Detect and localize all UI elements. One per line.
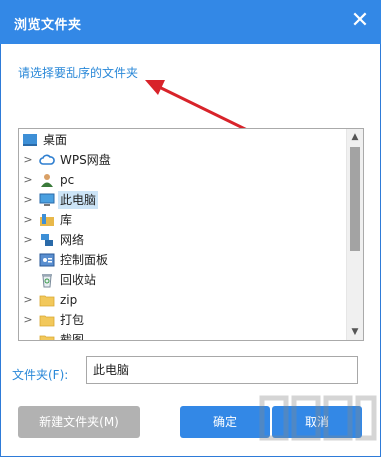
title-bar: 浏览文件夹 ✕: [0, 0, 381, 44]
folder-input[interactable]: 此电脑: [86, 356, 358, 384]
tree-item[interactable]: 回收站: [19, 270, 345, 290]
tree-item[interactable]: > 网络: [19, 230, 345, 250]
folder-field-label: 文件夹(F):: [12, 368, 69, 382]
dialog-title: 浏览文件夹: [14, 18, 82, 33]
tree-item-label: 回收站: [60, 273, 97, 287]
tree-item[interactable]: > 库: [19, 210, 345, 230]
tree-item[interactable]: > WPS网盘: [19, 150, 345, 170]
tree-item-label: 桌面: [43, 133, 68, 147]
tree-item[interactable]: > pc: [19, 170, 345, 190]
tree-item-label: 打包: [60, 313, 85, 327]
tree-item-label: zip: [60, 293, 78, 307]
cancel-button[interactable]: 取消: [272, 406, 362, 438]
tree-item-label: pc: [60, 173, 75, 187]
tree-item[interactable]: > 打包: [19, 310, 345, 330]
tree-item[interactable]: > 此电脑: [19, 190, 345, 210]
network-icon: [39, 232, 55, 248]
vertical-scrollbar[interactable]: ▲ ▼: [346, 129, 363, 340]
chevron-right-icon[interactable]: >: [22, 250, 34, 270]
ok-button[interactable]: 确定: [180, 406, 270, 438]
folder-icon: [39, 292, 55, 308]
library-icon: [39, 212, 55, 228]
chevron-right-icon[interactable]: >: [22, 150, 34, 170]
recycle-bin-icon: [39, 272, 55, 288]
folder-icon: [39, 312, 55, 328]
chevron-right-icon[interactable]: >: [22, 210, 34, 230]
chevron-right-icon[interactable]: >: [22, 290, 34, 310]
tree-item-label: WPS网盘: [60, 153, 111, 167]
scroll-up-icon[interactable]: ▲: [347, 129, 363, 145]
scroll-down-icon[interactable]: ▼: [347, 324, 363, 340]
folder-icon: [39, 332, 55, 340]
tree-item-label: 截图: [60, 333, 85, 341]
chevron-right-icon[interactable]: >: [22, 190, 34, 210]
folder-tree[interactable]: 桌面 > WPS网盘 > pc > 此电脑 > 库 > 网络 > 控制面板 回收站 > zip > 打包 截图 ▲ …: [18, 128, 364, 341]
tree-item[interactable]: > 控制面板: [19, 250, 345, 270]
tree-item-label: 控制面板: [60, 253, 109, 267]
tree-item[interactable]: 截图: [19, 330, 345, 341]
desktop-icon: [22, 132, 38, 148]
user-icon: [39, 172, 55, 188]
chevron-right-icon[interactable]: >: [22, 230, 34, 250]
cloud-icon: [39, 152, 55, 168]
chevron-right-icon[interactable]: >: [22, 310, 34, 330]
chevron-right-icon[interactable]: >: [22, 170, 34, 190]
scroll-thumb[interactable]: [350, 147, 360, 251]
tree-item-label: 此电脑: [58, 191, 99, 209]
tree-item[interactable]: > zip: [19, 290, 345, 310]
tree-item-label: 库: [60, 213, 73, 227]
new-folder-button[interactable]: 新建文件夹(M): [18, 406, 140, 438]
dialog-prompt: 请选择要乱序的文件夹: [18, 66, 139, 80]
control-panel-icon: [39, 252, 55, 268]
tree-item-label: 网络: [60, 233, 85, 247]
computer-icon: [39, 192, 55, 208]
close-icon[interactable]: ✕: [349, 10, 371, 32]
tree-item[interactable]: 桌面: [19, 130, 345, 150]
